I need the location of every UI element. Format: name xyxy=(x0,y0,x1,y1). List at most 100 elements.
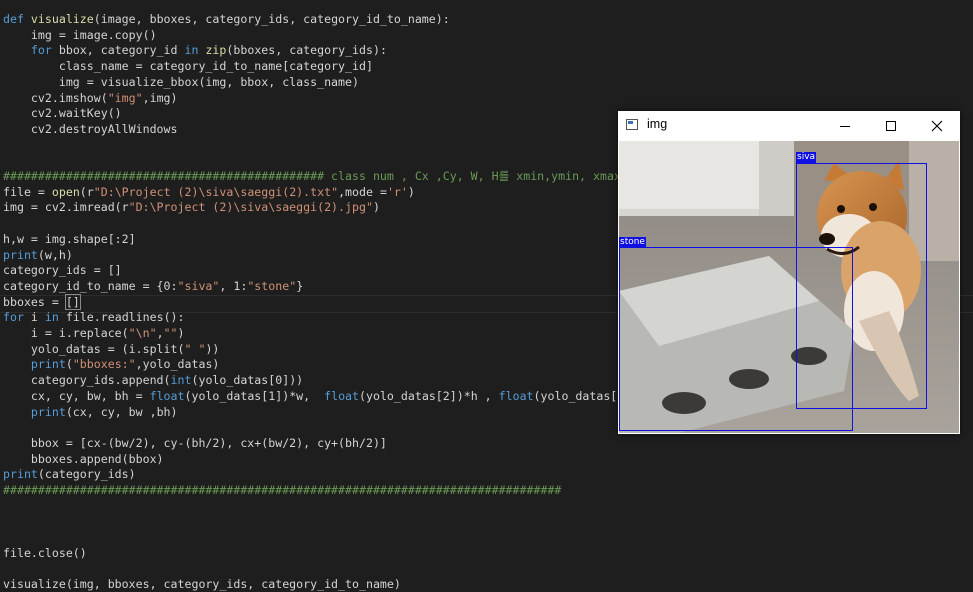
code-token: zip xyxy=(205,43,226,57)
code-line: bboxes = [] xyxy=(3,294,80,310)
code-line: category_id_to_name = {0:"siva", 1:"ston… xyxy=(3,278,303,294)
code-token: in xyxy=(185,43,199,57)
window-titlebar[interactable]: img xyxy=(618,111,960,140)
code-token: ) xyxy=(373,200,380,214)
code-token: ) xyxy=(178,326,185,340)
code-line: print("bboxes:",yolo_datas) xyxy=(3,356,219,372)
code-line: print(category_ids) xyxy=(3,466,136,482)
code-token: yolo_datas = (i.split( xyxy=(3,342,184,356)
window-app-icon xyxy=(626,119,638,130)
code-token: bbox = [cx-(bw/2), cy-(bh/2), cx+(bw/2),… xyxy=(3,436,387,450)
code-token: category_ids.append( xyxy=(3,373,171,387)
code-token: visualize(img, bboxes, category_ids, cat… xyxy=(3,577,401,591)
code-line: cv2.waitKey() xyxy=(3,105,122,121)
code-token: "img" xyxy=(108,91,143,105)
code-token: category_ids = [] xyxy=(3,263,122,277)
code-token: "siva" xyxy=(178,279,220,293)
code-line: for i in file.readlines(): xyxy=(3,309,185,325)
code-token: ( xyxy=(66,357,73,371)
code-token xyxy=(3,405,31,419)
code-token: 'r' xyxy=(387,185,408,199)
code-token: file.close() xyxy=(3,546,87,560)
code-token: ,img) xyxy=(143,91,178,105)
code-line: bboxes.append(bbox) xyxy=(3,451,164,467)
close-icon xyxy=(931,120,943,132)
code-token: i = i.replace( xyxy=(3,326,129,340)
code-line: cx, cy, bw, bh = float(yolo_datas[1])*w,… xyxy=(3,388,673,404)
code-token: (w,h) xyxy=(38,248,73,262)
code-line: img = cv2.imread(r"D:\Project (2)\siva\s… xyxy=(3,199,380,215)
code-token: , xyxy=(157,326,164,340)
close-button[interactable] xyxy=(914,111,960,140)
code-token: for xyxy=(3,310,24,324)
code-token: def xyxy=(3,12,31,26)
code-token: bboxes.append(bbox) xyxy=(3,452,164,466)
code-token: cv2.destroyAllWindows xyxy=(3,122,178,136)
code-line: file = open(r"D:\Project (2)\siva\saeggi… xyxy=(3,184,415,200)
code-token: (r xyxy=(80,185,94,199)
code-token: open xyxy=(52,185,80,199)
code-token: print xyxy=(3,467,38,481)
code-token: [] xyxy=(66,295,80,309)
code-token: , 1: xyxy=(219,279,247,293)
window-title: img xyxy=(647,117,667,131)
code-line: class_name = category_id_to_name[categor… xyxy=(3,58,373,74)
code-line: def visualize(image, bboxes, category_id… xyxy=(3,11,450,27)
code-token: bboxes = xyxy=(3,295,66,309)
code-token: (yolo_datas[2])*h , xyxy=(359,389,499,403)
minimize-button[interactable] xyxy=(822,111,868,140)
code-token: float xyxy=(324,389,359,403)
code-token: (category_ids) xyxy=(38,467,136,481)
code-token xyxy=(3,357,31,371)
code-token: category_id_to_name = {0: xyxy=(3,279,178,293)
code-line: ########################################… xyxy=(3,482,561,498)
code-token: for xyxy=(31,43,52,57)
code-token: class_name = category_id_to_name[categor… xyxy=(3,59,373,73)
code-line: for bbox, category_id in zip(bboxes, cat… xyxy=(3,42,387,58)
maximize-icon xyxy=(885,120,897,132)
code-token: (image, bboxes, category_ids, category_i… xyxy=(94,12,450,26)
code-token: "D:\Project (2)\siva\saeggi(2).txt" xyxy=(94,185,338,199)
code-token: img = visualize_bbox(img, bbox, class_na… xyxy=(3,75,359,89)
image-canvas: siva stone xyxy=(619,141,959,433)
code-line: category_ids = [] xyxy=(3,262,122,278)
code-token: file.readlines(): xyxy=(59,310,185,324)
code-token: ########################################… xyxy=(3,483,561,497)
code-token: in xyxy=(45,310,59,324)
code-token: ,mode = xyxy=(338,185,387,199)
image-window[interactable]: img xyxy=(618,111,960,434)
code-token xyxy=(3,43,31,57)
code-token: float xyxy=(499,389,534,403)
code-token: (yolo_datas[0])) xyxy=(191,373,303,387)
code-token: (yolo_datas[1])*w, xyxy=(185,389,325,403)
code-token: cx, cy, bw, bh = xyxy=(3,389,150,403)
code-token: } xyxy=(296,279,303,293)
code-token: int xyxy=(171,373,192,387)
code-token: "bboxes:" xyxy=(73,357,136,371)
code-line: cv2.imshow("img",img) xyxy=(3,90,178,106)
code-token: )) xyxy=(205,342,219,356)
code-token: h,w = img.shape[:2] xyxy=(3,232,136,246)
code-line: i = i.replace("\n","") xyxy=(3,325,185,341)
code-token: "D:\Project (2)\siva\saeggi(2).jpg" xyxy=(129,200,373,214)
code-line: cv2.destroyAllWindows xyxy=(3,121,178,137)
siva-label: siva xyxy=(796,152,816,163)
code-token: file = xyxy=(3,185,52,199)
code-token: visualize xyxy=(31,12,94,26)
stone-bounding-box xyxy=(619,247,853,431)
maximize-button[interactable] xyxy=(868,111,914,140)
code-line: print(w,h) xyxy=(3,247,73,263)
code-line: yolo_datas = (i.split(" ")) xyxy=(3,341,219,357)
stone-label: stone xyxy=(619,237,646,248)
code-token: ) xyxy=(408,185,415,199)
code-line: print(cx, cy, bw ,bh) xyxy=(3,404,178,420)
code-token: cv2.waitKey() xyxy=(3,106,122,120)
code-line: file.close() xyxy=(3,545,87,561)
code-token: "\n" xyxy=(129,326,157,340)
code-line: visualize(img, bboxes, category_ids, cat… xyxy=(3,576,401,592)
code-token: img = cv2.imread(r xyxy=(3,200,129,214)
code-line: category_ids.append(int(yolo_datas[0])) xyxy=(3,372,303,388)
code-token: float xyxy=(150,389,185,403)
code-token: i xyxy=(24,310,45,324)
code-token: bbox, category_id xyxy=(52,43,185,57)
